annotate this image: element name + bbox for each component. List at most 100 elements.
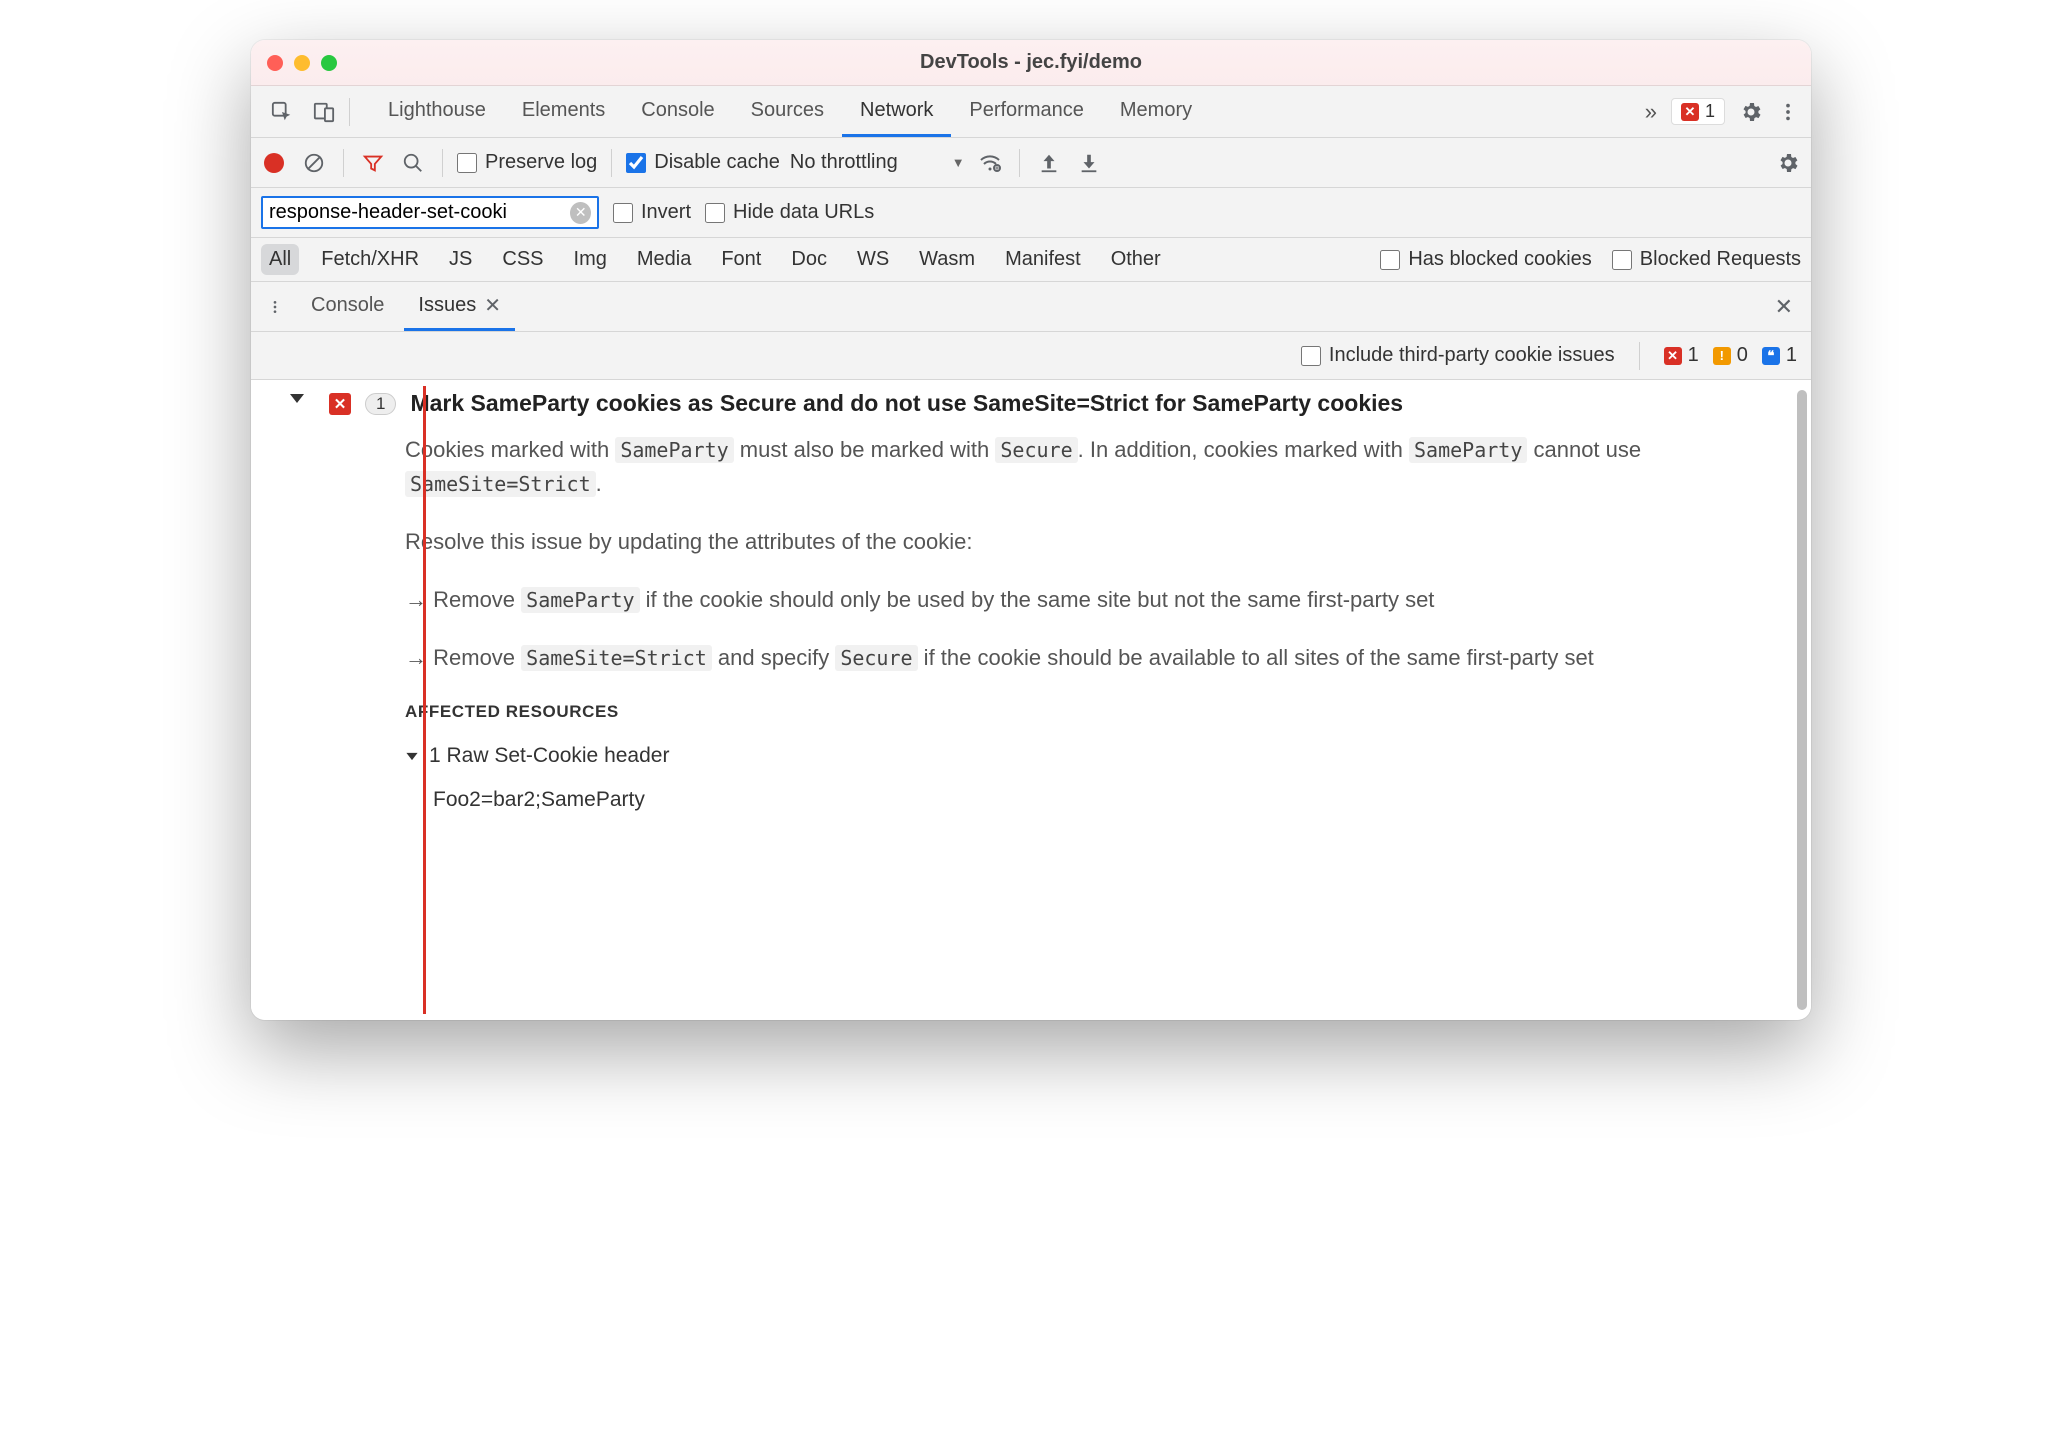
blocked-requests-input[interactable]: [1612, 250, 1632, 270]
tab-overflow-button[interactable]: »: [1645, 99, 1657, 125]
expand-triangle-icon[interactable]: [406, 752, 417, 759]
tab-console[interactable]: Console: [623, 86, 732, 137]
type-chip-font[interactable]: Font: [713, 244, 769, 275]
include-third-party-checkbox[interactable]: Include third-party cookie issues: [1301, 344, 1615, 367]
type-chip-all[interactable]: All: [261, 244, 299, 275]
blocked-requests-checkbox[interactable]: Blocked Requests: [1612, 248, 1801, 271]
issue-count-info[interactable]: ❝ 1: [1762, 344, 1797, 367]
type-chip-js[interactable]: JS: [441, 244, 480, 275]
issue-gutter: [265, 390, 329, 1002]
window-title: DevTools - jec.fyi/demo: [251, 51, 1811, 74]
clear-filter-icon[interactable]: ✕: [570, 202, 591, 224]
type-chip-img[interactable]: Img: [566, 244, 615, 275]
type-chip-doc[interactable]: Doc: [783, 244, 835, 275]
type-chip-wasm[interactable]: Wasm: [911, 244, 983, 275]
type-chip-other[interactable]: Other: [1103, 244, 1169, 275]
divider: [349, 98, 350, 126]
issue-count-error-value: 1: [1688, 344, 1699, 367]
has-blocked-cookies-checkbox[interactable]: Has blocked cookies: [1380, 248, 1591, 271]
preserve-log-checkbox[interactable]: Preserve log: [457, 151, 597, 174]
info-icon: ❝: [1762, 347, 1780, 365]
code-secure: Secure: [995, 437, 1077, 463]
tab-elements[interactable]: Elements: [504, 86, 623, 137]
drawer-tab-issues[interactable]: Issues ✕: [404, 282, 515, 331]
inspect-element-icon[interactable]: [261, 86, 303, 138]
tab-performance[interactable]: Performance: [951, 86, 1102, 137]
expand-triangle-icon[interactable]: [290, 394, 304, 403]
preserve-log-input[interactable]: [457, 153, 477, 173]
text: Remove: [433, 587, 521, 612]
throttling-select[interactable]: No throttling ▼: [790, 151, 965, 174]
main-tabs-list: Lighthouse Elements Console Sources Netw…: [370, 86, 1210, 137]
issue-body: Cookies marked with SameParty must also …: [329, 417, 1797, 817]
tab-memory[interactable]: Memory: [1102, 86, 1210, 137]
search-icon[interactable]: [398, 152, 428, 174]
device-toggle-icon[interactable]: [303, 86, 345, 138]
drawer-close-icon[interactable]: ✕: [1765, 294, 1803, 320]
hide-data-urls-checkbox[interactable]: Hide data URLs: [705, 201, 874, 224]
scrollbar[interactable]: [1797, 390, 1807, 1010]
filter-icon[interactable]: [358, 152, 388, 174]
record-button[interactable]: [259, 153, 289, 173]
invert-input[interactable]: [613, 203, 633, 223]
include-third-party-input[interactable]: [1301, 346, 1321, 366]
code-strict: SameSite=Strict: [521, 645, 712, 671]
close-window-button[interactable]: [267, 55, 283, 71]
filter-input[interactable]: [269, 201, 570, 224]
drawer-tab-console[interactable]: Console: [297, 282, 398, 331]
type-chip-media[interactable]: Media: [629, 244, 699, 275]
minimize-window-button[interactable]: [294, 55, 310, 71]
invert-checkbox[interactable]: Invert: [613, 201, 691, 224]
text: and specify: [712, 645, 836, 670]
issue-header[interactable]: ✕ 1 Mark SameParty cookies as Secure and…: [329, 390, 1797, 417]
zoom-window-button[interactable]: [321, 55, 337, 71]
text: cannot use: [1527, 437, 1641, 462]
drawer-tab-console-label: Console: [311, 294, 384, 317]
issues-pane: ✕ 1 Mark SameParty cookies as Secure and…: [251, 380, 1811, 1020]
divider: [343, 149, 344, 177]
close-tab-icon[interactable]: ✕: [484, 293, 501, 318]
error-count-value: 1: [1705, 101, 1715, 122]
more-menu-icon[interactable]: [1777, 101, 1799, 123]
issue-count-error[interactable]: ✕ 1: [1664, 344, 1699, 367]
download-har-icon[interactable]: [1074, 152, 1104, 174]
divider: [442, 149, 443, 177]
type-chip-ws[interactable]: WS: [849, 244, 897, 275]
clear-icon[interactable]: [299, 152, 329, 174]
tab-sources[interactable]: Sources: [733, 86, 842, 137]
throttling-value: No throttling: [790, 151, 898, 174]
affected-resource-row[interactable]: 1 Raw Set-Cookie header: [405, 740, 1777, 773]
issue-count-warn-value: 0: [1737, 344, 1748, 367]
devtools-window: DevTools - jec.fyi/demo Lighthouse Eleme…: [251, 40, 1811, 1020]
disable-cache-input[interactable]: [626, 153, 646, 173]
text: .: [596, 471, 602, 496]
affected-resource-value: Foo2=bar2;SameParty: [405, 784, 1777, 817]
disable-cache-checkbox[interactable]: Disable cache: [626, 151, 780, 174]
error-count-badge[interactable]: ✕ 1: [1671, 98, 1725, 125]
text: Remove: [433, 645, 521, 670]
issue-bullet-2: Remove SameSite=Strict and specify Secur…: [405, 641, 1777, 675]
issue-count-warn[interactable]: ! 0: [1713, 344, 1748, 367]
network-settings-gear-icon[interactable]: [1773, 151, 1803, 175]
drawer-tab-issues-label: Issues: [418, 294, 476, 317]
upload-har-icon[interactable]: [1034, 152, 1064, 174]
has-blocked-cookies-input[interactable]: [1380, 250, 1400, 270]
divider: [1019, 149, 1020, 177]
issues-toolbar: Include third-party cookie issues ✕ 1 ! …: [251, 332, 1811, 380]
settings-gear-icon[interactable]: [1739, 100, 1763, 124]
tab-lighthouse[interactable]: Lighthouse: [370, 86, 504, 137]
drawer-tab-strip: Console Issues ✕ ✕: [251, 282, 1811, 332]
invert-label: Invert: [641, 201, 691, 224]
drawer-more-icon[interactable]: [259, 296, 291, 318]
filter-input-wrap[interactable]: ✕: [261, 196, 599, 229]
code-secure: Secure: [835, 645, 917, 671]
network-conditions-icon[interactable]: [975, 151, 1005, 175]
issue-paragraph-1: Cookies marked with SameParty must also …: [405, 433, 1777, 501]
type-chip-css[interactable]: CSS: [494, 244, 551, 275]
tab-network[interactable]: Network: [842, 86, 951, 137]
text: if the cookie should only be used by the…: [640, 587, 1435, 612]
type-chip-manifest[interactable]: Manifest: [997, 244, 1089, 275]
main-tab-strip: Lighthouse Elements Console Sources Netw…: [251, 86, 1811, 138]
hide-data-urls-input[interactable]: [705, 203, 725, 223]
type-chip-fetchxhr[interactable]: Fetch/XHR: [313, 244, 427, 275]
